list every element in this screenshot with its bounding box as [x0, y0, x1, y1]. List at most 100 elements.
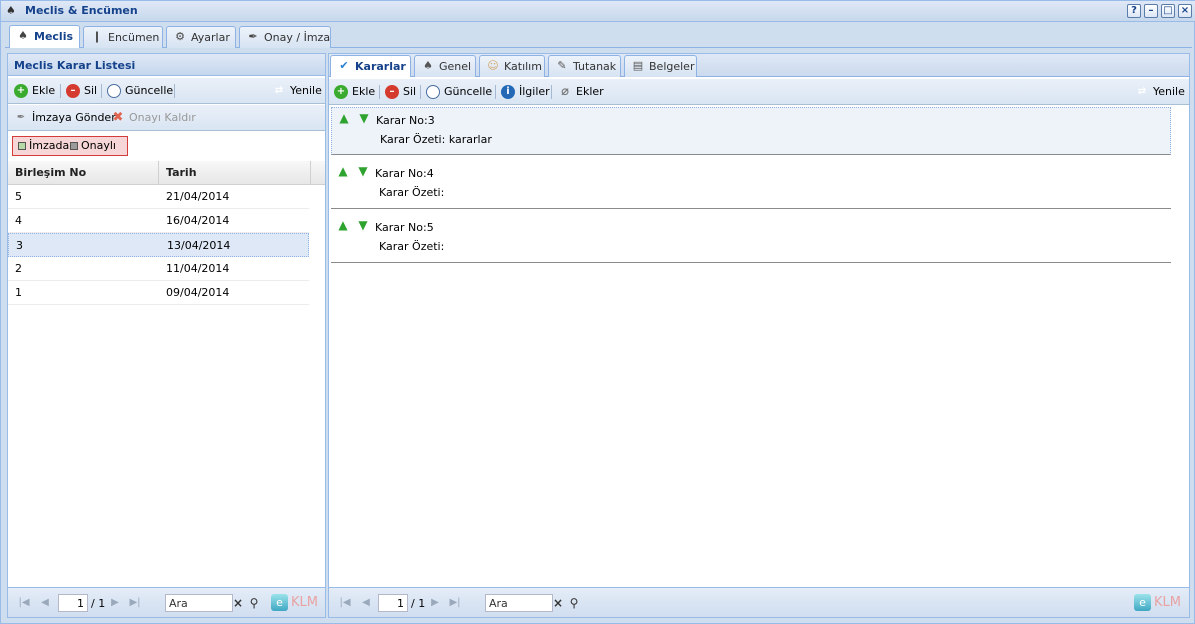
info-icon: i — [501, 85, 515, 99]
delete-label: Sil — [403, 85, 417, 98]
search-input[interactable] — [165, 594, 233, 612]
first-page-icon[interactable]: |◀ — [339, 596, 351, 610]
window-title: Meclis & Encümen — [25, 4, 138, 17]
last-page-icon[interactable]: ▶| — [129, 596, 141, 610]
remove-approval-button[interactable]: ✖ Onayı Kaldır — [111, 110, 196, 126]
related-button[interactable]: i İlgiler — [501, 84, 550, 100]
column-header-tarih[interactable]: Tarih — [159, 161, 311, 185]
prev-page-icon[interactable]: ◀ — [360, 596, 372, 610]
delete-icon: – — [385, 85, 399, 99]
grid-header: Birleşim No Tarih — [8, 161, 325, 185]
column-header-birlesim-no[interactable]: Birleşim No — [8, 161, 159, 185]
move-up-icon[interactable]: ▲ — [337, 219, 349, 231]
maximize-icon[interactable]: □ — [1161, 4, 1175, 18]
karar-item[interactable]: ▲ ▼ Karar No:5 Karar Özeti: — [331, 215, 1171, 263]
refresh-button[interactable]: ⇄ Yenile — [1135, 84, 1185, 100]
filter-label: Onaylı — [81, 139, 116, 152]
filter-in-signing[interactable]: İmzada — [18, 140, 69, 152]
tab-genel[interactable]: ♠ Genel — [414, 55, 476, 77]
tab-label: Onay / İmza — [264, 31, 331, 44]
help-icon[interactable]: ? — [1127, 4, 1141, 18]
delete-button[interactable]: – Sil — [66, 83, 97, 99]
karar-summary: Karar Özeti: — [379, 186, 445, 199]
attachments-button[interactable]: ⌀ Ekler — [558, 84, 604, 100]
tab-label: Genel — [439, 60, 472, 73]
cell-birlesim-no: 4 — [15, 214, 22, 227]
left-toolbar: + Ekle – Sil + Güncelle ⇄ Yenile — [8, 78, 325, 104]
karar-item-selected[interactable]: ▲ ▼ Karar No:3 Karar Özeti: kararlar — [331, 107, 1171, 155]
table-row[interactable]: 5 21/04/2014 — [8, 185, 309, 209]
title-bar: ♠ Meclis & Encümen ? – □ × — [1, 1, 1195, 22]
add-label: Ekle — [32, 84, 56, 97]
tab-belgeler[interactable]: ▤ Belgeler — [624, 55, 697, 77]
delete-icon: – — [66, 84, 80, 98]
move-down-icon[interactable]: ▼ — [358, 112, 370, 124]
add-label: Ekle — [352, 85, 376, 98]
search-input[interactable] — [485, 594, 553, 612]
page-count: / 1 — [411, 597, 426, 610]
last-page-icon[interactable]: ▶| — [449, 596, 461, 610]
update-icon: + — [107, 84, 121, 98]
cell-birlesim-no: 5 — [15, 190, 22, 203]
tab-meclis[interactable]: ♠ Meclis — [9, 25, 80, 48]
search-icon[interactable]: ⚲ — [567, 595, 581, 611]
remove-approval-label: Onayı Kaldır — [129, 111, 196, 124]
add-icon: + — [14, 84, 28, 98]
karar-summary: Karar Özeti: — [379, 240, 445, 253]
tab-ayarlar[interactable]: ⚙ Ayarlar — [166, 26, 236, 48]
left-paging-bar: |◀ ◀ / 1 ▶ ▶| × ⚲ e KLM — [8, 587, 325, 617]
tab-katilim[interactable]: ☺ Katılım — [479, 55, 545, 77]
status-filter: İmzada Onaylı — [12, 136, 128, 156]
prev-page-icon[interactable]: ◀ — [39, 596, 51, 610]
table-row-selected[interactable]: 3 13/04/2014 — [8, 233, 309, 257]
toolbar-divider — [551, 85, 552, 99]
add-button[interactable]: + Ekle — [14, 83, 55, 99]
update-label: Güncelle — [125, 84, 174, 97]
next-page-icon[interactable]: ▶ — [429, 596, 441, 610]
page-number-input[interactable] — [58, 594, 88, 612]
panel-title: Meclis Karar Listesi — [8, 54, 325, 76]
paperclip-icon: ⌀ — [561, 84, 569, 99]
tab-encumen[interactable]: ❙ Encümen — [83, 26, 163, 48]
send-to-sign-button[interactable]: ✒ İmzaya Gönder — [14, 110, 116, 126]
first-page-icon[interactable]: |◀ — [18, 596, 30, 610]
tab-label: Encümen — [108, 31, 160, 44]
page-number-input[interactable] — [378, 594, 408, 612]
move-up-icon[interactable]: ▲ — [337, 165, 349, 177]
update-button[interactable]: + Güncelle — [107, 83, 173, 99]
minimize-icon[interactable]: – — [1144, 4, 1158, 18]
tab-tutanak[interactable]: ✎ Tutanak — [548, 55, 621, 77]
tab-kararlar[interactable]: ✔ Kararlar — [330, 55, 411, 77]
update-button[interactable]: + Güncelle — [426, 84, 492, 100]
close-icon[interactable]: × — [1178, 4, 1192, 18]
update-label: Güncelle — [444, 85, 493, 98]
filter-approved[interactable]: Onaylı — [70, 140, 116, 152]
refresh-button[interactable]: ⇄ Yenile — [272, 83, 322, 99]
delete-button[interactable]: – Sil — [385, 84, 416, 100]
table-row[interactable]: 2 11/04/2014 — [8, 257, 309, 281]
clear-search-icon[interactable]: × — [231, 595, 245, 611]
toolbar-divider — [495, 85, 496, 99]
remove-icon: ✖ — [112, 110, 124, 125]
cell-tarih: 11/04/2014 — [166, 262, 230, 275]
table-row[interactable]: 4 16/04/2014 — [8, 209, 309, 233]
karar-list-panel: Meclis Karar Listesi + Ekle – Sil + Günc… — [7, 53, 326, 618]
karar-number: Karar No:5 — [375, 221, 434, 234]
clear-search-icon[interactable]: × — [551, 595, 565, 611]
table-row[interactable]: 1 09/04/2014 — [8, 281, 309, 305]
karar-detail-panel: ✔ Kararlar ♠ Genel ☺ Katılım ✎ Tutanak ▤… — [328, 53, 1190, 618]
settings-icon: ⚙ — [175, 30, 185, 43]
cell-tarih: 16/04/2014 — [166, 214, 230, 227]
next-page-icon[interactable]: ▶ — [109, 596, 121, 610]
karar-item[interactable]: ▲ ▼ Karar No:4 Karar Özeti: — [331, 161, 1171, 209]
refresh-icon: ⇄ — [274, 85, 284, 96]
add-button[interactable]: + Ekle — [334, 84, 375, 100]
move-up-icon[interactable]: ▲ — [338, 112, 350, 124]
tab-onay-imza[interactable]: ✒ Onay / İmza — [239, 26, 331, 48]
main-tabstrip: ♠ Meclis ❙ Encümen ⚙ Ayarlar ✒ Onay / İm… — [5, 23, 1192, 48]
search-icon[interactable]: ⚲ — [247, 595, 261, 611]
move-down-icon[interactable]: ▼ — [357, 165, 369, 177]
brand-logo: e KLM — [1134, 594, 1181, 612]
karar-number: Karar No:3 — [376, 114, 435, 127]
move-down-icon[interactable]: ▼ — [357, 219, 369, 231]
